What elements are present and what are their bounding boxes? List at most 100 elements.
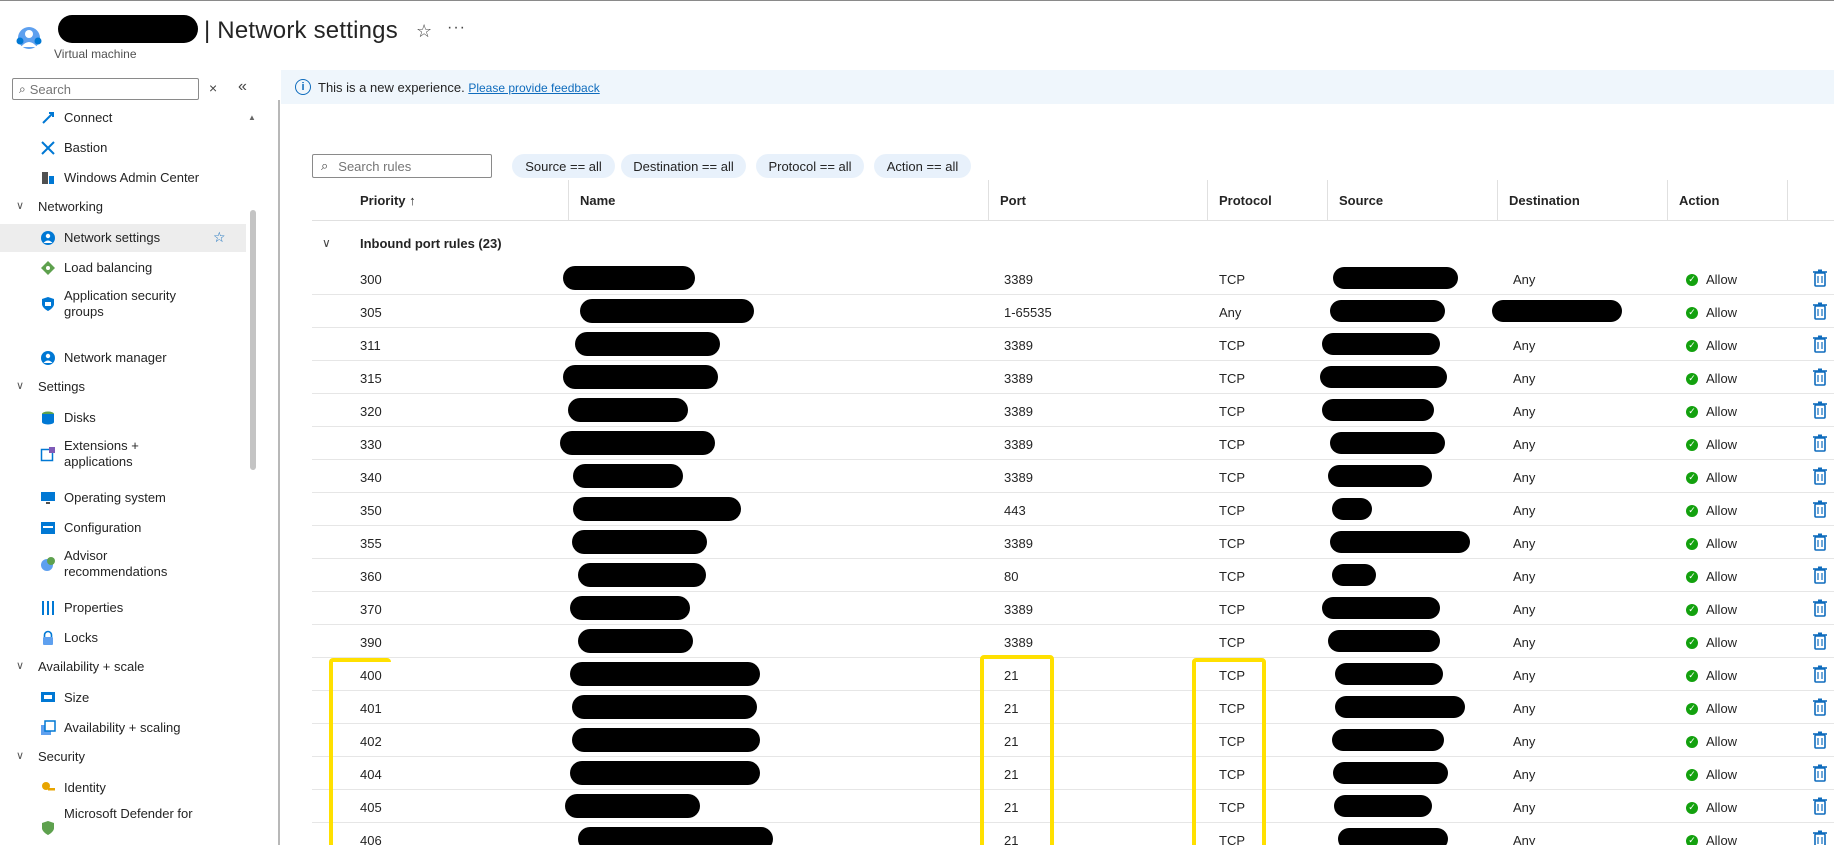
delete-icon[interactable] — [1809, 301, 1831, 321]
redacted-rule-name — [578, 629, 693, 653]
delete-icon[interactable] — [1809, 829, 1831, 845]
scaling-icon — [41, 720, 56, 735]
sidebar-group-availability-scale[interactable]: ∨ Availability + scale — [0, 656, 246, 678]
redacted-rule-name — [578, 563, 706, 587]
action-filter-pill[interactable]: Action == all — [874, 154, 971, 178]
redacted-source — [1335, 663, 1443, 685]
sidebar-item-locks[interactable]: Locks — [0, 626, 246, 650]
delete-icon[interactable] — [1809, 400, 1831, 420]
delete-icon[interactable] — [1809, 334, 1831, 354]
scroll-up-arrow-icon[interactable]: ▲ — [248, 113, 256, 122]
row-port: 3389 — [1004, 635, 1033, 650]
table-row[interactable]: 300 3389 TCP Any ✓ Allow — [312, 262, 1834, 295]
sidebar-item-size[interactable]: Size — [0, 686, 246, 710]
delete-icon[interactable] — [1809, 499, 1831, 519]
table-row[interactable]: 330 3389 TCP Any ✓ Allow — [312, 427, 1834, 460]
table-row[interactable]: 406 21 TCP Any ✓ Allow — [312, 823, 1834, 845]
source-filter-pill[interactable]: Source == all — [512, 154, 615, 178]
row-action: ✓ Allow — [1686, 701, 1737, 716]
delete-icon[interactable] — [1809, 433, 1831, 453]
delete-icon[interactable] — [1809, 730, 1831, 750]
destination-filter-pill[interactable]: Destination == all — [621, 154, 746, 178]
sidebar-search-input[interactable] — [29, 81, 180, 97]
sidebar-item-bastion[interactable]: Bastion — [0, 136, 246, 160]
table-row[interactable]: 402 21 TCP Any ✓ Allow — [312, 724, 1834, 757]
delete-icon[interactable] — [1809, 763, 1831, 783]
table-row[interactable]: 360 80 TCP Any ✓ Allow — [312, 559, 1834, 592]
delete-icon[interactable] — [1809, 664, 1831, 684]
favorite-star-icon[interactable]: ☆ — [213, 229, 226, 246]
more-options-button[interactable]: ··· — [447, 19, 466, 37]
delete-icon[interactable] — [1809, 598, 1831, 618]
collapse-sidebar-button[interactable]: « — [238, 78, 247, 96]
table-row[interactable]: 404 21 TCP Any ✓ Allow — [312, 757, 1834, 790]
sidebar-item-advisor-recommendations[interactable]: Advisor recommendations — [0, 546, 246, 582]
delete-icon[interactable] — [1809, 697, 1831, 717]
sidebar-group-security[interactable]: ∨ Security — [0, 746, 246, 768]
favorite-star-icon[interactable]: ☆ — [416, 21, 432, 42]
sidebar-item-operating-system[interactable]: Operating system — [0, 486, 246, 510]
column-header-name[interactable]: Name — [568, 180, 988, 220]
delete-icon[interactable] — [1809, 565, 1831, 585]
table-row[interactable]: 405 21 TCP Any ✓ Allow — [312, 790, 1834, 823]
clear-search-button[interactable]: × — [209, 80, 217, 96]
column-header-priority[interactable]: Priority ↑ — [348, 180, 568, 220]
row-destination: Any — [1513, 734, 1536, 749]
redacted-source — [1330, 432, 1445, 454]
sidebar-item-identity[interactable]: Identity — [0, 776, 246, 800]
sidebar-item-microsoft-defender[interactable]: Microsoft Defender for — [0, 806, 246, 840]
column-separator[interactable] — [1787, 180, 1788, 220]
sidebar-item-application-security-groups[interactable]: Application security groups — [0, 286, 246, 322]
sidebar-item-extensions[interactable]: Extensions + applications — [0, 436, 246, 472]
sidebar-item-connect[interactable]: Connect — [0, 106, 246, 130]
allow-check-icon: ✓ — [1686, 273, 1698, 286]
table-row[interactable]: 311 3389 TCP Any ✓ Allow — [312, 328, 1834, 361]
table-row[interactable]: 355 3389 TCP Any ✓ Allow — [312, 526, 1834, 559]
sidebar-item-load-balancing[interactable]: Load balancing — [0, 256, 246, 280]
allow-check-icon: ✓ — [1686, 471, 1698, 484]
column-header-source[interactable]: Source — [1327, 180, 1497, 220]
sidebar-group-settings[interactable]: ∨ Settings — [0, 376, 246, 398]
redacted-source — [1330, 300, 1445, 322]
redacted-vm-name — [58, 15, 198, 43]
sidebar-item-network-manager[interactable]: Network manager — [0, 346, 246, 370]
rule-search-input[interactable] — [338, 158, 479, 174]
delete-icon[interactable] — [1809, 796, 1831, 816]
table-row[interactable]: 340 3389 TCP Any ✓ Allow — [312, 460, 1834, 493]
delete-icon[interactable] — [1809, 367, 1831, 387]
feedback-link[interactable]: Please provide feedback — [468, 81, 599, 95]
delete-icon[interactable] — [1809, 466, 1831, 486]
redacted-source — [1322, 597, 1440, 619]
column-header-destination[interactable]: Destination — [1497, 180, 1667, 220]
row-protocol: TCP — [1219, 437, 1245, 452]
sidebar-item-properties[interactable]: Properties — [0, 596, 246, 620]
sidebar-item-disks[interactable]: Disks — [0, 406, 246, 430]
table-row[interactable]: 401 21 TCP Any ✓ Allow — [312, 691, 1834, 724]
table-row[interactable]: 350 443 TCP Any ✓ Allow — [312, 493, 1834, 526]
sidebar-item-availability-scaling[interactable]: Availability + scaling — [0, 716, 246, 740]
delete-icon[interactable] — [1809, 631, 1831, 651]
column-header-protocol[interactable]: Protocol — [1207, 180, 1327, 220]
redacted-rule-name — [575, 332, 720, 356]
rule-search-box[interactable]: ⌕ — [312, 154, 492, 178]
row-destination: Any — [1513, 701, 1536, 716]
table-row[interactable]: 315 3389 TCP Any ✓ Allow — [312, 361, 1834, 394]
sidebar-item-windows-admin-center[interactable]: Windows Admin Center — [0, 166, 246, 190]
sidebar-scroll-thumb[interactable] — [250, 210, 256, 470]
table-row[interactable]: 390 3389 TCP Any ✓ Allow — [312, 625, 1834, 658]
load-balancing-icon — [41, 261, 55, 275]
column-header-action[interactable]: Action — [1667, 180, 1787, 220]
allow-check-icon: ✓ — [1686, 405, 1698, 418]
sidebar-group-networking[interactable]: ∨ Networking — [0, 196, 246, 218]
table-row[interactable]: 320 3389 TCP Any ✓ Allow — [312, 394, 1834, 427]
table-row[interactable]: 370 3389 TCP Any ✓ Allow — [312, 592, 1834, 625]
delete-icon[interactable] — [1809, 532, 1831, 552]
table-row[interactable]: 400 21 TCP Any ✓ Allow — [312, 658, 1834, 691]
row-destination: Any — [1513, 602, 1536, 617]
sidebar-search[interactable]: ⌕ — [12, 78, 199, 100]
column-header-port[interactable]: Port — [988, 180, 1207, 220]
sidebar-item-network-settings[interactable]: Network settings ☆ — [0, 224, 246, 252]
sidebar-item-configuration[interactable]: Configuration — [0, 516, 246, 540]
delete-icon[interactable] — [1809, 268, 1831, 288]
protocol-filter-pill[interactable]: Protocol == all — [756, 154, 864, 178]
